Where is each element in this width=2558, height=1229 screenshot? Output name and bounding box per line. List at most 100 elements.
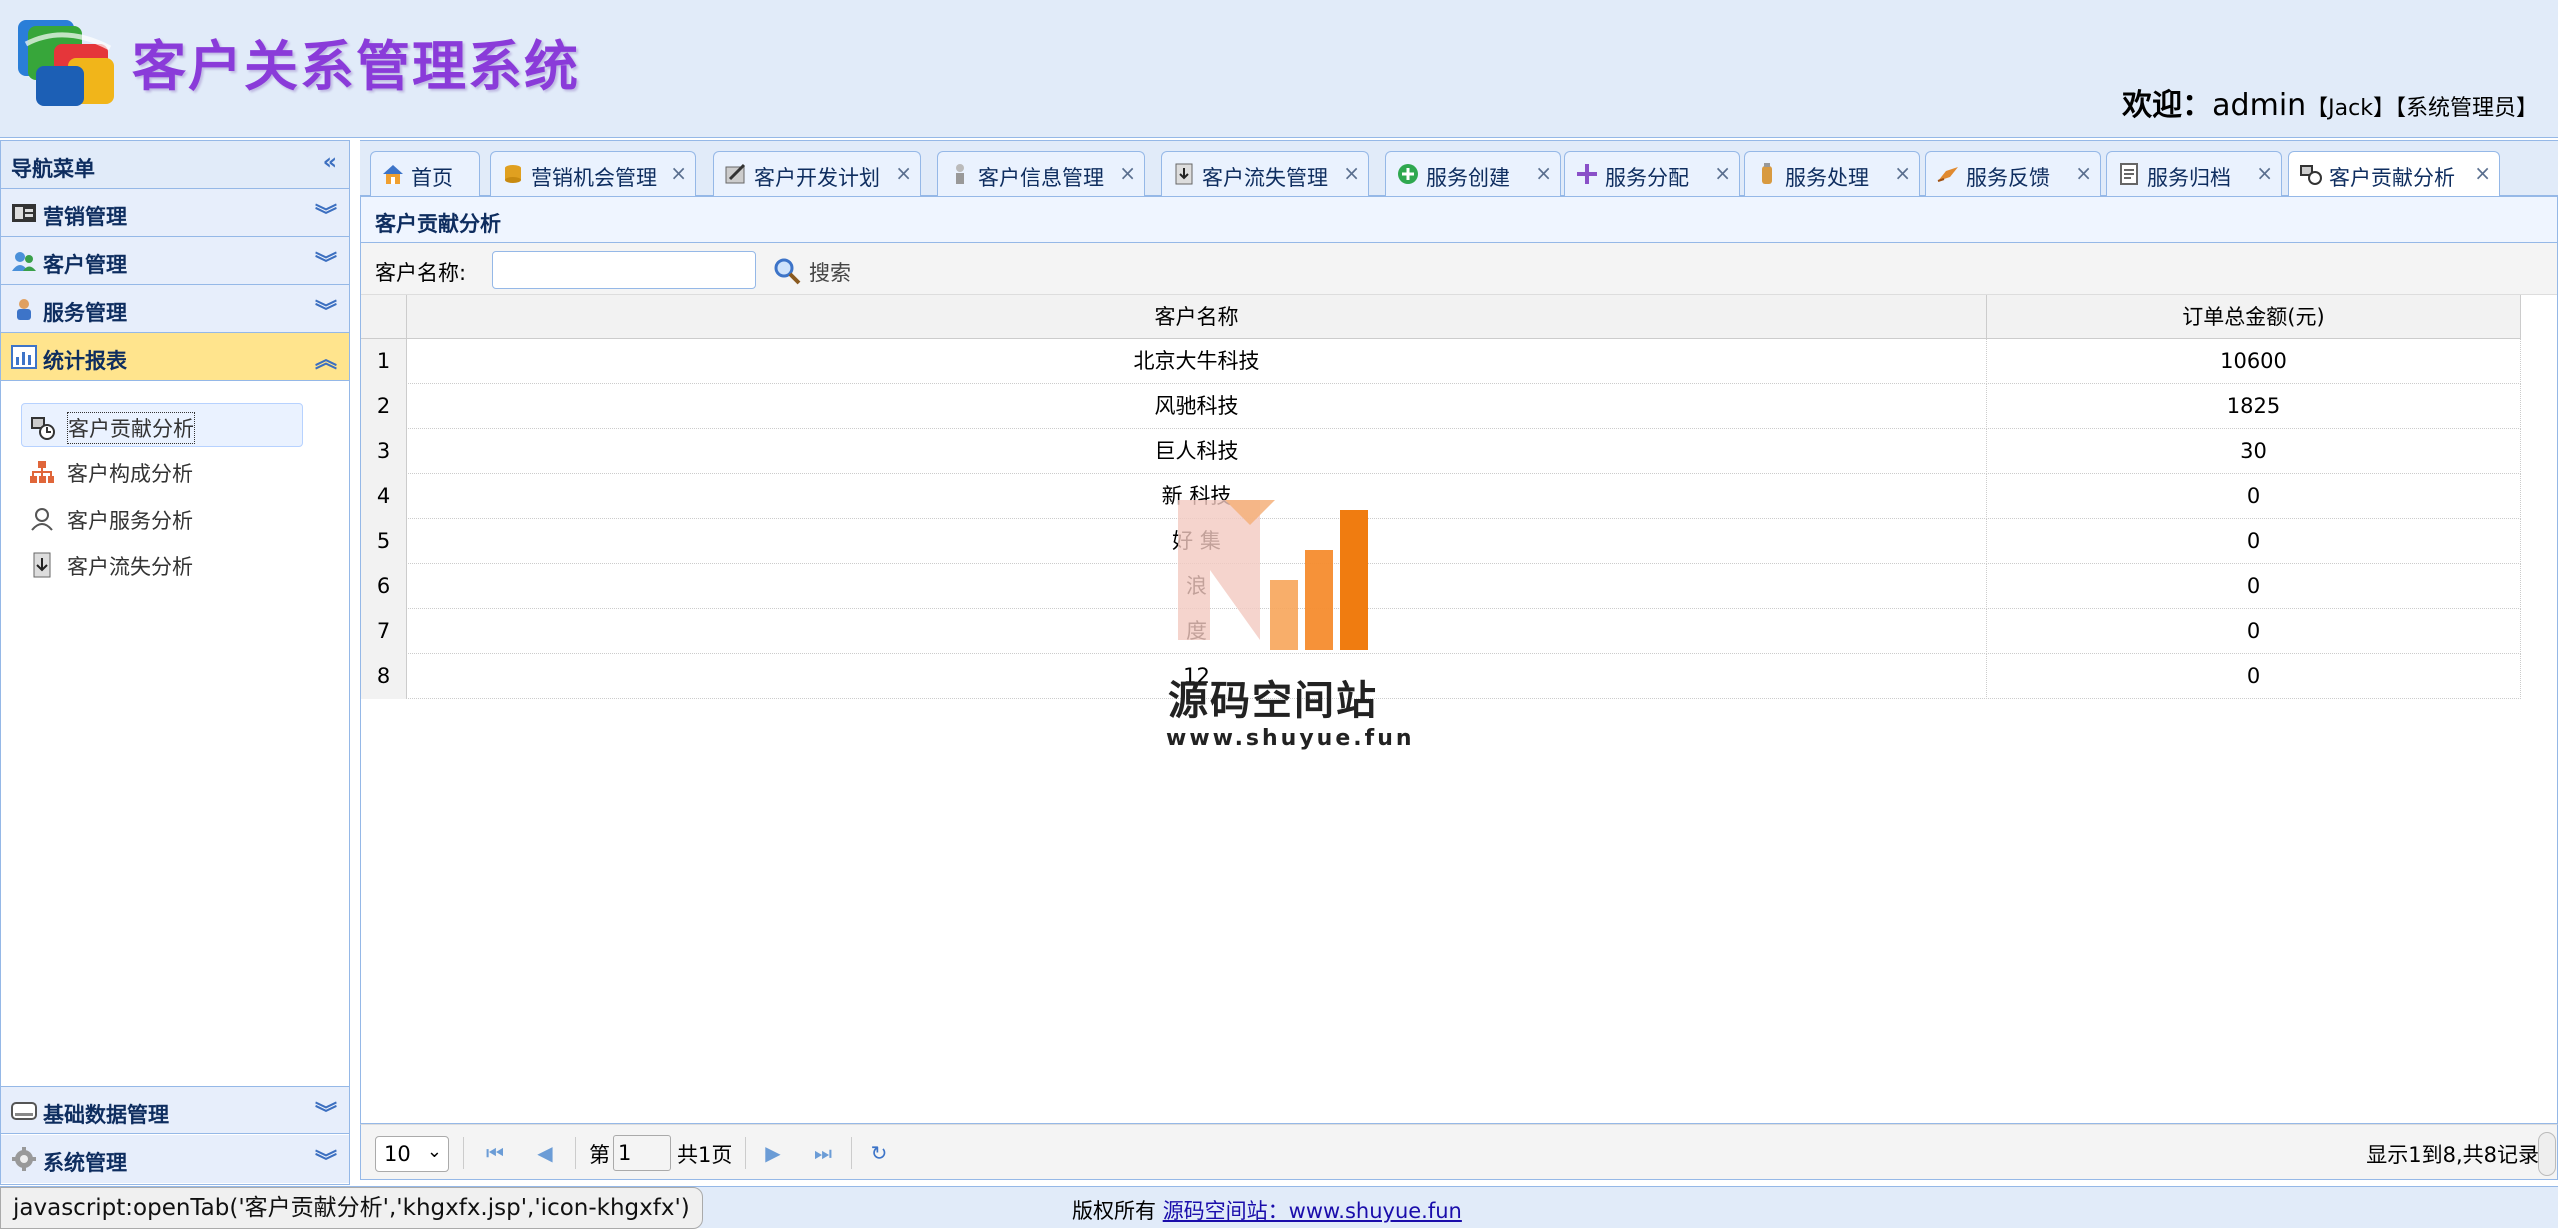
last-page-icon[interactable]: ⏭ xyxy=(809,1139,837,1167)
nav-group-label: 客户管理 xyxy=(43,253,127,277)
tab-label: 首页 xyxy=(411,166,453,190)
status-bar-url: javascript:openTab('客户贡献分析','khgxfx.jsp'… xyxy=(0,1187,703,1229)
nav-group-system[interactable]: 系统管理 ︾ xyxy=(1,1135,349,1183)
settings-icon xyxy=(12,1147,36,1171)
tab-label: 服务创建 xyxy=(1426,166,1510,190)
tab-customer-loss[interactable]: 客户流失管理 × xyxy=(1161,151,1369,197)
nav-group-label: 服务管理 xyxy=(43,301,127,325)
expand-icon: ︾ xyxy=(314,1150,337,1175)
order-total-cell: 30 xyxy=(1987,429,2521,474)
order-total-cell: 0 xyxy=(1987,609,2521,654)
nav-group-customer[interactable]: 客户管理 ︾ xyxy=(1,237,349,285)
column-header-order-total[interactable]: 订单总金额(元) xyxy=(1987,295,2521,339)
report-icon xyxy=(11,345,37,369)
content-panel: 客户贡献分析 客户名称: 搜索 客户名称 订单总金额(元) 1 北京大牛科技 106… xyxy=(360,196,2558,1124)
table-row[interactable]: 3 巨人科技 30 xyxy=(361,429,2521,474)
tab-close-icon[interactable]: × xyxy=(1894,161,1911,185)
nav-group-service[interactable]: 服务管理 ︾ xyxy=(1,285,349,333)
tab-close-icon[interactable]: × xyxy=(1714,161,1731,185)
home-icon xyxy=(383,165,403,184)
pager-separator xyxy=(851,1137,852,1169)
tab-service-create[interactable]: 服务创建 × xyxy=(1385,151,1561,197)
tab-close-icon[interactable]: × xyxy=(1343,161,1360,185)
tab-close-icon[interactable]: × xyxy=(895,161,912,185)
nav-item-customer-structure[interactable]: 客户构成分析 xyxy=(21,449,303,493)
row-number: 8 xyxy=(361,654,407,699)
pager-separator xyxy=(575,1137,576,1169)
nav-group-report[interactable]: 统计报表 ︽ xyxy=(1,333,349,381)
next-page-icon[interactable]: ▶ xyxy=(759,1139,787,1167)
customer-name-cell: 新 科技 xyxy=(407,474,1987,519)
table-row[interactable]: 2 风驰科技 1825 xyxy=(361,384,2521,429)
page-total: 共1页 xyxy=(677,1143,733,1167)
nav-item-label: 客户构成分析 xyxy=(67,462,193,486)
page-record-info: 显示1到8,共8记录 xyxy=(2366,1143,2539,1167)
tab-close-icon[interactable]: × xyxy=(2075,161,2092,185)
nav-group-label: 系统管理 xyxy=(43,1151,127,1175)
nav-item-label: 客户流失分析 xyxy=(67,555,193,579)
page-size-select[interactable]: 10 ⌄ xyxy=(375,1136,449,1172)
tab-close-icon[interactable]: × xyxy=(2474,161,2491,185)
tab-service-feedback[interactable]: 服务反馈 × xyxy=(1925,151,2101,197)
nav-group-marketing[interactable]: 营销管理 ︾ xyxy=(1,189,349,237)
prev-page-icon[interactable]: ◀ xyxy=(531,1139,559,1167)
tab-service-process[interactable]: 服务处理 × xyxy=(1744,151,1920,197)
watermark-name: 源码空间站 xyxy=(1168,678,1378,724)
table-header: 客户名称 订单总金额(元) xyxy=(361,295,2521,339)
pager-separator xyxy=(745,1137,746,1169)
table-row[interactable]: 5好 集0 xyxy=(361,519,2521,564)
welcome-text: 欢迎：admin【Jack】【系统管理员】 xyxy=(2122,80,2538,124)
tab-close-icon[interactable]: × xyxy=(1535,161,1552,185)
first-page-icon[interactable]: ⏮ xyxy=(481,1139,509,1167)
copyright-link[interactable]: 源码空间站：www.shuyue.fun xyxy=(1163,1199,1462,1223)
table-row[interactable]: 6浪0 xyxy=(361,564,2521,609)
column-header-customer-name[interactable]: 客户名称 xyxy=(407,295,1987,339)
loss-icon xyxy=(1175,163,1193,185)
table-row[interactable]: 7度0 xyxy=(361,609,2521,654)
expand-icon: ︾ xyxy=(314,1102,337,1127)
table-row[interactable]: 8 12 0 xyxy=(361,654,2521,699)
tab-label: 客户开发计划 xyxy=(754,166,880,190)
tab-service-archive[interactable]: 服务归档 × xyxy=(2106,151,2282,197)
watermark-url: www.shuyue.fun xyxy=(1166,726,1415,751)
row-number: 4 xyxy=(361,474,407,519)
welcome-prefix: 欢迎： xyxy=(2122,88,2213,123)
page-number-input[interactable]: 1 xyxy=(613,1135,671,1171)
table-row[interactable]: 4新 科技 0 xyxy=(361,474,2521,519)
nav-item-customer-contribution[interactable]: 客户贡献分析 xyxy=(21,403,303,447)
table-row[interactable]: 1 北京大牛科技 10600 xyxy=(361,339,2521,384)
row-number: 3 xyxy=(361,429,407,474)
panel-title: 客户贡献分析 xyxy=(375,212,501,236)
nav-group-basic-data[interactable]: 基础数据管理 ︾ xyxy=(1,1086,349,1134)
tab-label: 客户流失管理 xyxy=(1202,166,1328,190)
tab-close-icon[interactable]: × xyxy=(2256,161,2273,185)
scrollbar[interactable] xyxy=(2538,1132,2556,1176)
refresh-icon[interactable]: ↻ xyxy=(865,1139,893,1167)
tab-label: 服务分配 xyxy=(1605,166,1689,190)
tab-customer-contribution[interactable]: 客户贡献分析 × xyxy=(2288,151,2500,199)
tab-customer-info[interactable]: 客户信息管理 × xyxy=(937,151,1145,197)
tab-close-icon[interactable]: × xyxy=(670,161,687,185)
tab-label: 客户贡献分析 xyxy=(2329,166,2455,190)
collapse-sidebar-icon[interactable]: « xyxy=(323,150,337,175)
nav-item-customer-service[interactable]: 客户服务分析 xyxy=(21,496,303,540)
archive-icon xyxy=(2120,163,2138,185)
row-number: 6 xyxy=(361,564,407,609)
nav-item-customer-loss[interactable]: 客户流失分析 xyxy=(21,542,303,586)
customer-name-cell: 巨人科技 xyxy=(407,429,1987,474)
tab-home[interactable]: 首页 xyxy=(370,151,480,197)
add-icon xyxy=(1398,164,1418,184)
row-number: 1 xyxy=(361,339,407,384)
tab-label: 服务归档 xyxy=(2147,166,2231,190)
tab-marketing-opportunity[interactable]: 营销机会管理 × xyxy=(490,151,696,197)
order-total-cell: 0 xyxy=(1987,474,2521,519)
feedback-icon xyxy=(1937,167,1958,182)
tab-customer-plan[interactable]: 客户开发计划 × xyxy=(713,151,921,197)
tab-bar: 首页 营销机会管理 × 客户开发计划 × 客户信息管理 × 客户流失管理 × 服… xyxy=(360,140,2558,199)
nav-menu-header: 导航菜单 « xyxy=(1,141,349,189)
tab-close-icon[interactable]: × xyxy=(1119,161,1136,185)
tab-service-assign[interactable]: 服务分配 × xyxy=(1564,151,1740,197)
customer-name-search-input[interactable] xyxy=(492,251,756,289)
search-icon xyxy=(774,258,801,285)
order-total-cell: 1825 xyxy=(1987,384,2521,429)
